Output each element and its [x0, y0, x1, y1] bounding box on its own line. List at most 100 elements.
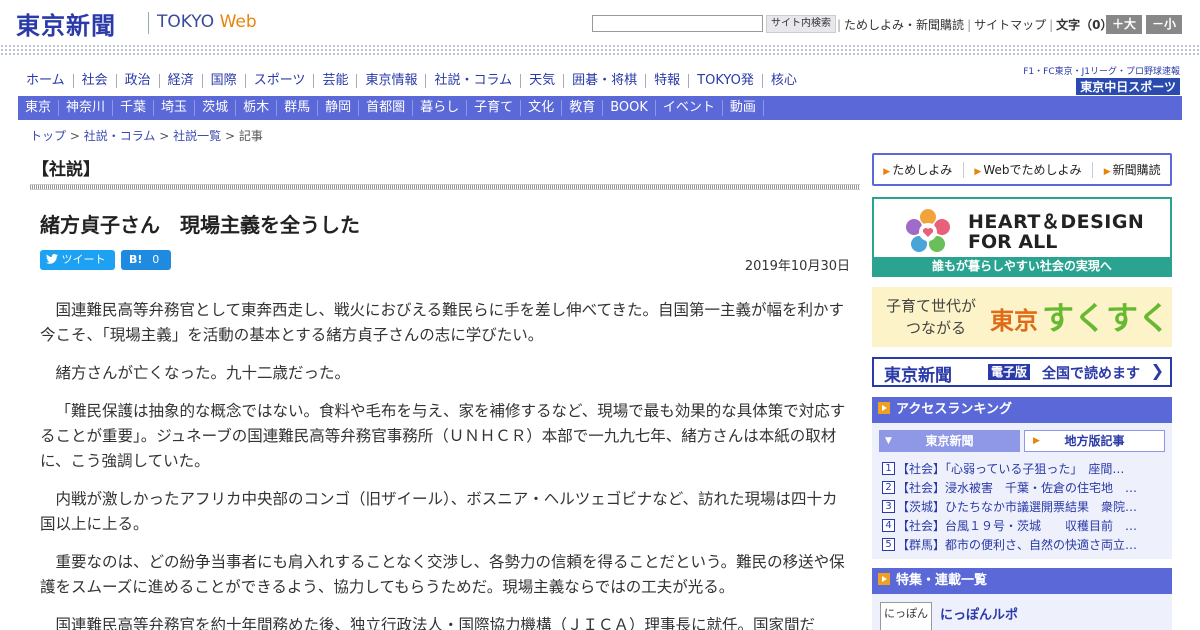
- ranking-text: 【社会】浸水被害 千葉・佐倉の住宅地 …: [897, 481, 1138, 495]
- subnav-book[interactable]: BOOK: [603, 100, 656, 116]
- breadcrumb-separator: >: [159, 129, 170, 143]
- subnav-education[interactable]: 教育: [562, 100, 604, 116]
- subnav-parenting[interactable]: 子育て: [467, 100, 522, 116]
- ranking-text: 【茨城】ひたちなか市議選開票結果 衆院…: [897, 500, 1138, 514]
- ranking-text: 【群馬】都市の便利さ、自然の快適さ両立…: [897, 538, 1138, 552]
- nav-weather[interactable]: 天気: [521, 74, 565, 88]
- site-logo-en[interactable]: TOKYO Web: [157, 12, 257, 32]
- ranking-item[interactable]: 5 【群馬】都市の便利さ、自然の快適さ両立…: [882, 535, 1162, 554]
- breadcrumb-top[interactable]: トップ: [30, 129, 66, 143]
- ranking-tab-tokyo[interactable]: ▼ 東京新聞: [879, 430, 1020, 452]
- nav-politics[interactable]: 政治: [117, 74, 160, 88]
- subnav-event[interactable]: イベント: [656, 100, 723, 116]
- ranking-number: 1: [882, 462, 895, 475]
- subscription-links: ▶ ためしよみ ▶ Webでためしよみ ▶ 新聞購読: [872, 153, 1172, 186]
- article-body: 国連難民高等弁務官として東奔西走し、戦火におびえる難民らに手を差し伸べてきた。自…: [40, 298, 846, 630]
- subnav-tokyo[interactable]: 東京: [18, 100, 60, 116]
- search-input[interactable]: [592, 15, 763, 32]
- article-paragraph: 緒方さんが亡くなった。九十二歳だった。: [55, 364, 351, 382]
- triangle-down-icon: ▼: [885, 436, 892, 446]
- ranking-item[interactable]: 1 【社会】「心弱っている子狙った」 座間…: [882, 459, 1162, 478]
- font-larger-button[interactable]: ＋大: [1106, 15, 1142, 34]
- header-link-subscribe[interactable]: ためしよみ・新聞購読: [844, 18, 964, 32]
- link-divider: [1092, 161, 1094, 178]
- sidebar-link-web-trial-label: Webでためしよみ: [983, 163, 1082, 177]
- features-header: 特集・連載一覧: [872, 568, 1172, 594]
- ranking-number: 3: [882, 500, 895, 513]
- subnav-shutoken[interactable]: 首都圏: [359, 100, 414, 116]
- section-title: 【社説】: [32, 160, 100, 180]
- nav-society[interactable]: 社会: [74, 74, 117, 88]
- main-nav: ホーム 社会 政治 経済 国際 スポーツ 芸能 東京情報 社説・コラム 天気 囲…: [18, 70, 805, 92]
- search-button[interactable]: サイト内検索: [766, 15, 836, 33]
- play-icon: [878, 573, 890, 585]
- subnav-kanagawa[interactable]: 神奈川: [59, 100, 114, 116]
- nav-international[interactable]: 国際: [203, 74, 246, 88]
- article-paragraph: 「難民保護は抽象的な概念ではない。食料や毛布を与え、家を補修するなど、現場で最も…: [40, 402, 846, 470]
- font-smaller-button[interactable]: －小: [1146, 15, 1182, 34]
- sidebar-link-trial[interactable]: ▶ ためしよみ: [883, 161, 952, 178]
- twitter-icon: [46, 254, 58, 264]
- ranking-tab-local[interactable]: ▶ 地方版記事: [1024, 430, 1165, 452]
- article-paragraph: 国連難民高等弁務官として東奔西走し、戦火におびえる難民らに手を差し伸べてきた。自…: [40, 301, 844, 344]
- nav-tokyo-hatsu[interactable]: TOKYO発: [689, 74, 763, 88]
- breadcrumb-current: 記事: [238, 129, 263, 143]
- hatena-bookmark-button[interactable]: B! 0: [121, 250, 171, 270]
- nav-special-report[interactable]: 特報: [646, 74, 690, 88]
- ranking-item[interactable]: 3 【茨城】ひたちなか市議選開票結果 衆院…: [882, 497, 1162, 516]
- subnav-living[interactable]: 暮らし: [413, 100, 468, 116]
- sukusuku-banner[interactable]: 子育て世代が つながる 東京 すくすく: [872, 287, 1172, 347]
- digital-edition-text: 全国で読めます: [1042, 366, 1140, 382]
- header-links: | ためしよみ・新聞購読 | サイトマップ | 文字（0）: [837, 18, 1113, 32]
- nav-tokyo-info[interactable]: 東京情報: [357, 74, 427, 88]
- subnav-tochigi[interactable]: 栃木: [236, 100, 278, 116]
- triangle-right-icon: ▶: [1033, 436, 1040, 446]
- ranking-number: 2: [882, 481, 895, 494]
- digital-edition-tag: 電子版: [988, 364, 1031, 380]
- ranking-list: 1 【社会】「心弱っている子狙った」 座間… 2 【社会】浸水被害 千葉・佐倉の住宅…: [882, 459, 1162, 554]
- chunichi-sports-link[interactable]: F1・FC東京・J1リーグ・プロ野球速報 東京中日スポーツ: [1020, 64, 1180, 95]
- tweet-button[interactable]: ツイート: [40, 250, 115, 270]
- subnav-gunma[interactable]: 群馬: [277, 100, 319, 116]
- sidebar-link-web-trial[interactable]: ▶ Webでためしよみ: [974, 161, 1081, 178]
- subnav-shizuoka[interactable]: 静岡: [318, 100, 360, 116]
- nav-home[interactable]: ホーム: [18, 74, 74, 88]
- subnav-chiba[interactable]: 千葉: [113, 100, 155, 116]
- feature-thumbnail[interactable]: にっぽん: [880, 602, 932, 630]
- subnav-ibaraki[interactable]: 茨城: [195, 100, 237, 116]
- arrow-right-icon: ▶: [1103, 167, 1111, 177]
- arrow-right-icon: ▶: [883, 167, 891, 177]
- heart-design-banner[interactable]: HEART＆DESIGN FOR ALL 誰もが暮らしやすい社会の実現へ: [872, 197, 1172, 277]
- nav-sports[interactable]: スポーツ: [246, 74, 315, 88]
- logo-divider: [148, 12, 149, 34]
- subnav-saitama[interactable]: 埼玉: [154, 100, 196, 116]
- article-headline: 緒方貞子さん 現場主義を全うした: [40, 213, 360, 237]
- nav-economy[interactable]: 経済: [160, 74, 203, 88]
- sidebar-link-subscribe-label: 新聞購読: [1112, 163, 1161, 177]
- article-paragraph: 重要なのは、どの紛争当事者にも肩入れすることなく交渉し、各勢力の信頼を得ることだ…: [40, 553, 845, 596]
- ranking-item[interactable]: 4 【社会】台風１９号・茨城 収穫目前 …: [882, 516, 1162, 535]
- subnav-video[interactable]: 動画: [723, 100, 764, 116]
- nav-entertainment[interactable]: 芸能: [314, 74, 358, 88]
- ranking-panel: ▼ 東京新聞 ▶ 地方版記事 1 【社会】「心弱っている子狙った」 座間… 2 【社会】…: [872, 423, 1172, 559]
- sidebar-link-subscribe[interactable]: ▶ 新聞購読: [1104, 161, 1161, 178]
- heart-design-title-2: FOR ALL: [968, 231, 1058, 253]
- digital-edition-banner[interactable]: 東京新聞 電子版 全国で読めます ❯: [872, 357, 1172, 387]
- site-logo[interactable]: 東京新聞: [16, 6, 116, 41]
- nav-go-shogi[interactable]: 囲碁・将棋: [564, 74, 647, 88]
- nav-kakushin[interactable]: 核心: [763, 74, 805, 88]
- hatena-count: 0: [152, 253, 160, 266]
- heart-design-title-1: HEART＆DESIGN: [968, 211, 1145, 233]
- header-link-sitemap[interactable]: サイトマップ: [974, 18, 1046, 32]
- breadcrumb-editorial-list[interactable]: 社説一覧: [173, 129, 221, 143]
- breadcrumb-editorial[interactable]: 社説・コラム: [84, 129, 156, 143]
- article-paragraph: 国連難民高等弁務官を約十年間務めた後、独立行政法人・国際協力機構（ＪＩＣＡ）理事…: [55, 616, 816, 630]
- article-date: 2019年10月30日: [744, 259, 850, 274]
- ranking-item[interactable]: 2 【社会】浸水被害 千葉・佐倉の住宅地 …: [882, 478, 1162, 497]
- nav-editorial[interactable]: 社説・コラム: [426, 74, 522, 88]
- subnav-culture[interactable]: 文化: [521, 100, 563, 116]
- feature-title-link[interactable]: にっぽんルポ: [940, 604, 1018, 623]
- chunichi-tagline: F1・FC東京・J1リーグ・プロ野球速報: [1023, 67, 1180, 77]
- features-title: 特集・連載一覧: [896, 573, 988, 588]
- site-header: 東京新聞 TOKYO Web サイト内検索 | ためしよみ・新聞購読 | サイトマップ…: [0, 0, 1200, 44]
